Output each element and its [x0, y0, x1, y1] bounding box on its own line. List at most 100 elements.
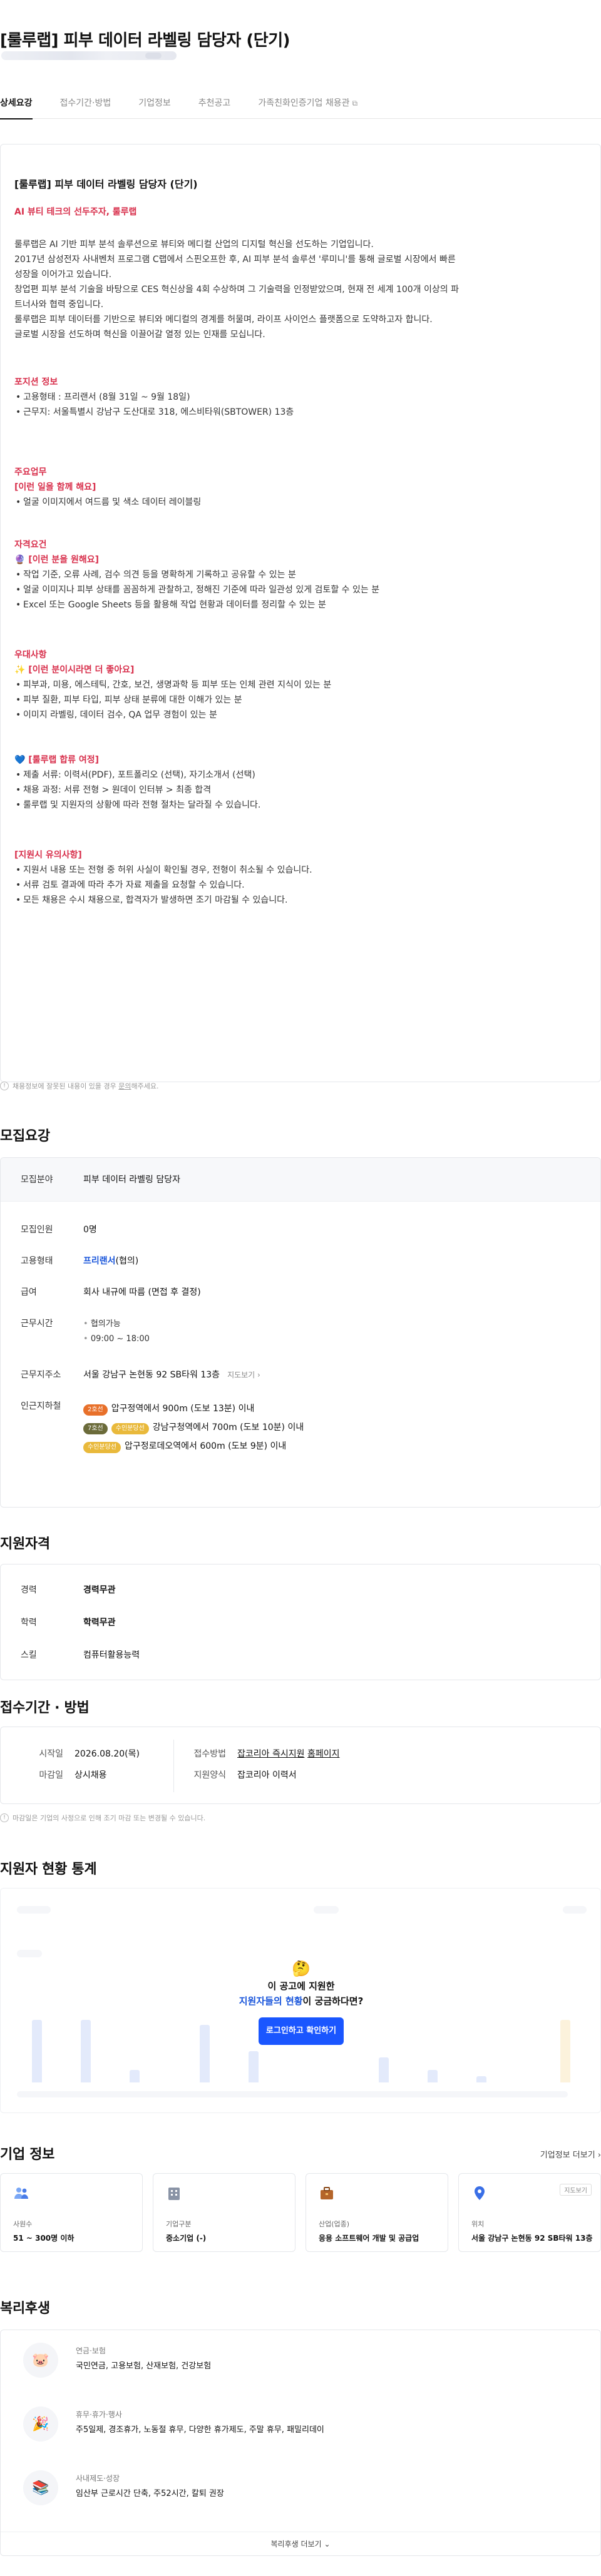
map-link-label: 지도보기: [227, 1371, 255, 1379]
login-prompt: 🤔 이 공고에 지원한 지원자들의 현황이 궁금하다면? 로그인하고 확인하기: [207, 1959, 395, 2045]
notice-text-tail: 해주세요.: [131, 1082, 159, 1090]
card-value: 서울 강남구 논현동 92 SB타워 13층: [471, 2234, 593, 2243]
prompt-line1: 이 공고에 지원한: [267, 1980, 335, 1992]
company-heading: 기업 정보: [0, 2147, 55, 2163]
requirement-item: Excel 또는 Google Sheets 등을 활용해 작업 현황과 데이터…: [14, 597, 578, 612]
skill-key: 스킬: [21, 1650, 37, 1660]
subway-text: 압구정역에서 900m (도보 13분) 이내: [111, 1404, 255, 1414]
intro-line: 창업편 피부 분석 기술을 바탕으로 CES 혁신상을 4회 수상하며 그 기술…: [14, 285, 459, 295]
location-pin-icon: [475, 2186, 485, 2200]
intro-line: 성장을 이어가고 있습니다.: [14, 270, 112, 280]
prompt-highlight: 지원자들의 현황: [239, 1995, 303, 2007]
tab-apply-method[interactable]: 접수기간·방법: [60, 94, 111, 119]
subway-item: 수인분당선 압구정로데오역에서 600m (도보 9분) 이내: [83, 1437, 304, 1456]
tasks-subheading: [이런 일을 함께 해요]: [14, 482, 96, 492]
address-value: 서울 강남구 논현동 92 SB타워 13층: [83, 1370, 220, 1380]
hours-item: 협의가능: [83, 1317, 150, 1332]
form-key: 지원양식: [193, 1770, 226, 1780]
subway-item: 2호선 압구정역에서 900m (도보 13분) 이내: [83, 1399, 304, 1418]
tab-recommended[interactable]: 추천공고: [198, 94, 231, 119]
hours-item: 09:00 ~ 18:00: [83, 1332, 150, 1347]
company-more-link[interactable]: 기업정보 더보기 ›: [540, 2148, 601, 2160]
job-detail-box: [룰루랩] 피부 데이터 라벨링 담당자 (단기) AI 뷰티 테크의 선두주자…: [0, 144, 601, 1082]
tab-detail[interactable]: 상세요강: [0, 94, 33, 119]
line-badge: 2호선: [83, 1404, 108, 1416]
career-key: 경력: [21, 1585, 37, 1595]
tab-company-info[interactable]: 기업정보: [138, 94, 171, 119]
company-tag-blurred: [145, 53, 162, 59]
company-more-label: 기업정보 더보기: [540, 2151, 595, 2160]
field-key: 모집분야: [21, 1175, 53, 1185]
preferred-subheading: ✨ [이런 분이시라면 더 좋아요]: [14, 665, 135, 675]
detail-tagline: AI 뷰티 테크의 선두주자, 룰루랩: [14, 207, 137, 217]
card-value: 응용 소프트웨어 개발 및 공급업: [319, 2234, 419, 2243]
login-button[interactable]: 로그인하고 확인하기: [259, 2017, 344, 2045]
subway-text: 압구정로데오역에서 600m (도보 9분) 이내: [125, 1441, 287, 1451]
company-card-employees: 사원수 51 ~ 300명 이하: [0, 2173, 143, 2252]
requirements-heading: 자격요건: [14, 540, 47, 550]
benefits-more-label: 복리후생 더보기: [270, 2540, 322, 2548]
requirements-subheading: 🔮 [이런 분을 원해요]: [14, 555, 100, 565]
skill-value: 컴퓨터활용능력: [83, 1650, 140, 1660]
notice-report-link[interactable]: 문의: [118, 1082, 131, 1090]
field-value: 피부 데이터 라벨링 담당자: [83, 1175, 181, 1185]
line-badge: 7호선: [83, 1423, 108, 1434]
employment-type-suffix: (협의): [115, 1256, 139, 1266]
task-item: 얼굴 이미지에서 여드름 및 색소 데이터 레이블링: [14, 495, 578, 510]
hiring-process-subheading: 💙 [룰루랩 합류 여정]: [14, 755, 100, 765]
stats-box: 🤔 이 공고에 지원한 지원자들의 현황이 궁금하다면? 로그인하고 확인하기: [0, 1888, 601, 2113]
benefit-value: 임산부 근로시간 단축, 주52시간, 칼퇴 권장: [76, 2489, 224, 2498]
education-key: 학력: [21, 1618, 37, 1628]
benefit-key: 휴무·휴가·행사: [76, 2410, 122, 2419]
recruit-box: 모집분야 피부 데이터 라벨링 담당자 모집인원 0명 고용형태 프리랜서(협의) 급…: [0, 1157, 601, 1508]
card-value: 중소기업 (-): [166, 2234, 207, 2243]
party-popper-icon: 🎉: [23, 2406, 58, 2442]
tab-family-friendly[interactable]: 가족친화인증기업 채용관 ⧉: [258, 94, 357, 119]
quick-apply-link[interactable]: 잡코리아 즉시지원: [237, 1749, 305, 1759]
line-badge: 수인분당선: [83, 1442, 121, 1453]
recruit-heading: 모집요강: [0, 1128, 50, 1144]
preferred-item: 피부과, 미용, 에스테틱, 간호, 보건, 생명과학 등 피부 또는 인체 관…: [14, 677, 578, 692]
salary-value: 회사 내규에 따름 (면접 후 결정): [83, 1287, 201, 1297]
address-key: 근무지주소: [21, 1370, 61, 1380]
hiring-item: 제출 서류: 이력서(PDF), 포트폴리오 (선택), 자기소개서 (선택): [14, 768, 578, 783]
end-value: 상시채용: [74, 1770, 107, 1780]
company-card-industry: 산업(업종) 응용 소프트웨어 개발 및 공급업: [306, 2173, 448, 2252]
apply-box: 시작일 2026.08.20(목) 마감일 상시채용 접수방법 잡코리아 즉시지원 홈…: [0, 1727, 601, 1804]
start-key: 시작일: [39, 1749, 63, 1759]
info-icon: !: [0, 1082, 9, 1090]
map-link[interactable]: 지도보기 ›: [227, 1371, 260, 1379]
job-title: [룰루랩] 피부 데이터 라벨링 담당자 (단기): [0, 31, 290, 50]
homepage-link[interactable]: 홈페이지: [307, 1749, 340, 1759]
briefcase-icon: [321, 2187, 333, 2199]
apply-heading: 접수기간 · 방법: [0, 1700, 90, 1716]
piggy-bank-icon: 🐷: [23, 2343, 58, 2378]
intro-line: 글로벌 시장을 선도하며 혁신을 이끌어갈 열정 있는 인재를 모십니다.: [14, 330, 265, 340]
preferred-item: 이미지 라벨링, 데이터 검수, QA 업무 경험이 있는 분: [14, 707, 578, 723]
intro-line: 2017년 삼성전자 사내벤처 프로그램 C랩에서 스핀오프한 후, AI 피부…: [14, 255, 456, 265]
caution-heading: [지원시 유의사항]: [14, 850, 82, 860]
people-icon: [14, 2188, 28, 2199]
map-button[interactable]: 지도보기: [560, 2184, 592, 2196]
benefit-key: 사내제도·성장: [76, 2474, 120, 2483]
stats-heading: 지원자 현황 통계: [0, 1862, 97, 1877]
education-value: 학력무관: [83, 1618, 116, 1628]
report-notice: ! 채용정보에 잘못된 내용이 있을 경우 문의해주세요.: [0, 1081, 159, 1091]
card-label: 산업(업종): [319, 2220, 350, 2228]
intro-line: 트너사와 협력 중입니다.: [14, 300, 104, 310]
employment-type-value: 프리랜서: [83, 1256, 116, 1266]
benefits-more-button[interactable]: 복리후생 더보기 ⌄: [1, 2532, 600, 2555]
hours-key: 근무시간: [21, 1319, 53, 1329]
thinking-face-icon: 🤔: [292, 1960, 311, 1977]
intro-line: 룰루랩은 피부 데이터를 기반으로 뷰티와 메디컬의 경계를 허물며, 라이프 …: [14, 315, 433, 325]
card-value: 51 ~ 300명 이하: [13, 2234, 74, 2243]
employment-type-key: 고용형태: [21, 1256, 53, 1266]
company-card-type: 기업구분 중소기업 (-): [153, 2173, 295, 2252]
preferred-item: 피부 질환, 피부 타입, 피부 상태 분류에 대한 이해가 있는 분: [14, 692, 578, 707]
benefits-heading: 복리후생: [0, 2301, 50, 2316]
hiring-item: 채용 과정: 서류 전형 > 원데이 인터뷰 > 최종 합격: [14, 783, 578, 798]
position-info-item: 고용형태 : 프리랜서 (8월 31일 ~ 9월 18일): [14, 390, 578, 405]
position-info-heading: 포지션 정보: [14, 377, 58, 387]
method-key: 접수방법: [193, 1749, 226, 1759]
hiring-item: 룰루랩 및 지원자의 상황에 따라 전형 절차는 달라질 수 있습니다.: [14, 798, 578, 813]
